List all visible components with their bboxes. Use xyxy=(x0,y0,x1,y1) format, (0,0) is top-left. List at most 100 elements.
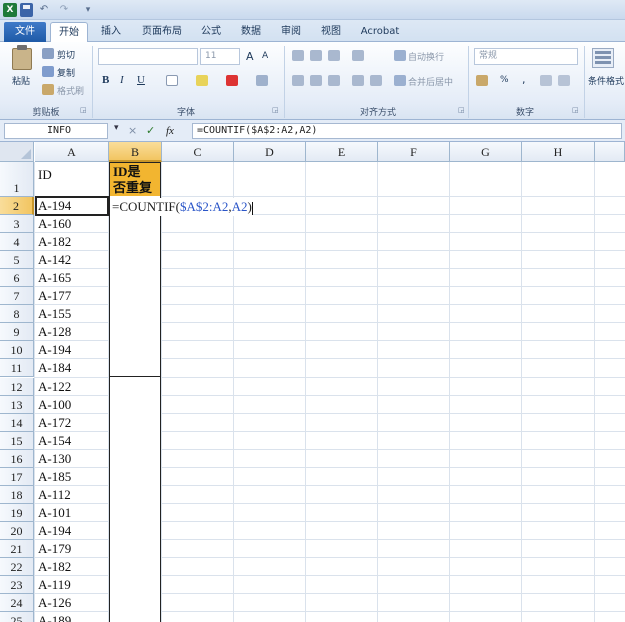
cell-b18[interactable] xyxy=(109,484,161,504)
cell-b19[interactable] xyxy=(109,502,161,522)
row-header-17[interactable]: 17 xyxy=(0,467,34,486)
clipboard-launcher-icon[interactable]: ◲ xyxy=(80,106,88,114)
undo-icon[interactable]: ↶ xyxy=(38,3,50,17)
cell-b2-editing[interactable]: =COUNTIF($A$2:A2,A2) xyxy=(110,198,253,216)
phonetic-icon[interactable] xyxy=(256,75,268,86)
cell-b9[interactable] xyxy=(109,322,161,342)
excel-app-icon[interactable]: X xyxy=(3,3,17,17)
column-header-a[interactable]: A xyxy=(35,142,109,162)
cell-a7[interactable]: A-177 xyxy=(35,287,71,305)
copy-icon[interactable] xyxy=(42,66,54,77)
formula-input[interactable]: =COUNTIF($A$2:A2,A2) xyxy=(192,123,622,139)
wrap-text-icon[interactable] xyxy=(394,50,406,61)
redo-icon[interactable]: ↷ xyxy=(58,3,70,17)
align-bottom-icon[interactable] xyxy=(328,50,340,61)
align-middle-icon[interactable] xyxy=(310,50,322,61)
cell-a11[interactable]: A-184 xyxy=(35,359,71,377)
increase-decimal-icon[interactable] xyxy=(540,75,552,86)
merge-center-button[interactable]: 合并后居中 xyxy=(408,75,453,88)
cancel-icon[interactable]: × xyxy=(128,123,137,139)
column-header-c[interactable]: C xyxy=(162,142,234,162)
cell-b17[interactable] xyxy=(109,466,161,486)
format-painter-icon[interactable] xyxy=(42,84,54,95)
tab-page-layout[interactable]: 页面布局 xyxy=(136,22,188,42)
row-header-25[interactable]: 25 xyxy=(0,612,34,622)
column-header-h[interactable]: H xyxy=(522,142,595,162)
cell-b22[interactable] xyxy=(109,557,161,577)
cell-a22[interactable]: A-182 xyxy=(35,558,71,576)
tab-insert[interactable]: 插入 xyxy=(96,22,126,42)
row-header-24[interactable]: 24 xyxy=(0,594,34,613)
cell-b12[interactable] xyxy=(109,376,161,396)
cell-a19[interactable]: A-101 xyxy=(35,504,71,522)
row-header-11[interactable]: 11 xyxy=(0,359,34,378)
row-header-4[interactable]: 4 xyxy=(0,233,34,252)
cell-a3[interactable]: A-160 xyxy=(35,215,71,233)
cell-a4[interactable]: A-182 xyxy=(35,233,71,251)
cell-a15[interactable]: A-154 xyxy=(35,432,71,450)
cell-a1[interactable]: ID xyxy=(35,162,52,197)
tab-formulas[interactable]: 公式 xyxy=(196,22,226,42)
row-header-1[interactable]: 1 xyxy=(0,162,34,197)
column-header-f[interactable]: F xyxy=(378,142,450,162)
cell-b15[interactable] xyxy=(109,430,161,450)
row-header-7[interactable]: 7 xyxy=(0,287,34,306)
cell-b14[interactable] xyxy=(109,412,161,432)
decrease-decimal-icon[interactable] xyxy=(558,75,570,86)
row-header-22[interactable]: 22 xyxy=(0,558,34,577)
cell-b21[interactable] xyxy=(109,538,161,558)
row-header-2[interactable]: 2 xyxy=(0,197,34,216)
italic-button[interactable]: I xyxy=(120,74,124,86)
number-format-select[interactable]: 常规 xyxy=(474,48,578,65)
tab-home[interactable]: 开始 xyxy=(50,22,88,43)
align-center-icon[interactable] xyxy=(310,75,322,86)
cell-b10[interactable] xyxy=(109,340,161,360)
name-box-dropdown-icon[interactable]: ▾ xyxy=(114,123,119,133)
cell-b3[interactable] xyxy=(109,214,161,234)
conditional-format-button[interactable]: 条件格式 xyxy=(588,74,624,87)
cell-b23[interactable] xyxy=(109,575,161,595)
paste-button[interactable]: 粘贴 xyxy=(12,74,30,87)
orientation-icon[interactable] xyxy=(352,50,364,61)
font-name-select[interactable] xyxy=(98,48,198,65)
currency-icon[interactable] xyxy=(476,75,488,86)
cell-a20[interactable]: A-194 xyxy=(35,522,71,540)
column-header-partial[interactable] xyxy=(595,142,625,162)
name-box[interactable]: INFO xyxy=(4,123,108,139)
bold-button[interactable]: B xyxy=(102,74,109,86)
cell-a5[interactable]: A-142 xyxy=(35,251,71,269)
cell-a25[interactable]: A-189 xyxy=(35,612,71,622)
cut-icon[interactable] xyxy=(42,48,54,59)
cell-a12[interactable]: A-122 xyxy=(35,378,71,396)
row-header-8[interactable]: 8 xyxy=(0,305,34,324)
column-header-b[interactable]: B xyxy=(109,142,162,162)
row-header-10[interactable]: 10 xyxy=(0,341,34,360)
cell-b11[interactable] xyxy=(109,358,161,378)
decrease-indent-icon[interactable] xyxy=(352,75,364,86)
align-top-icon[interactable] xyxy=(292,50,304,61)
cell-a18[interactable]: A-112 xyxy=(35,486,71,504)
insert-function-icon[interactable]: fx xyxy=(166,123,174,139)
format-painter-button[interactable]: 格式刷 xyxy=(57,84,84,97)
wrap-text-button[interactable]: 自动换行 xyxy=(408,50,444,63)
row-header-16[interactable]: 16 xyxy=(0,449,34,468)
row-header-14[interactable]: 14 xyxy=(0,413,34,432)
cell-a21[interactable]: A-179 xyxy=(35,540,71,558)
align-right-icon[interactable] xyxy=(328,75,340,86)
cell-b7[interactable] xyxy=(109,286,161,306)
cell-b8[interactable] xyxy=(109,304,161,324)
cell-b4[interactable] xyxy=(109,232,161,252)
number-launcher-icon[interactable]: ◲ xyxy=(572,106,580,114)
customize-qat-icon[interactable]: ▾ xyxy=(82,3,94,17)
font-color-icon[interactable] xyxy=(226,75,238,86)
increase-indent-icon[interactable] xyxy=(370,75,382,86)
cell-b5[interactable] xyxy=(109,250,161,270)
tab-acrobat[interactable]: Acrobat xyxy=(356,22,404,42)
cell-b20[interactable] xyxy=(109,520,161,540)
conditional-format-icon[interactable] xyxy=(592,48,614,68)
fill-color-icon[interactable] xyxy=(196,75,208,86)
alignment-launcher-icon[interactable]: ◲ xyxy=(458,106,466,114)
cell-a23[interactable]: A-119 xyxy=(35,576,71,594)
row-header-18[interactable]: 18 xyxy=(0,485,34,504)
row-header-21[interactable]: 21 xyxy=(0,539,34,558)
